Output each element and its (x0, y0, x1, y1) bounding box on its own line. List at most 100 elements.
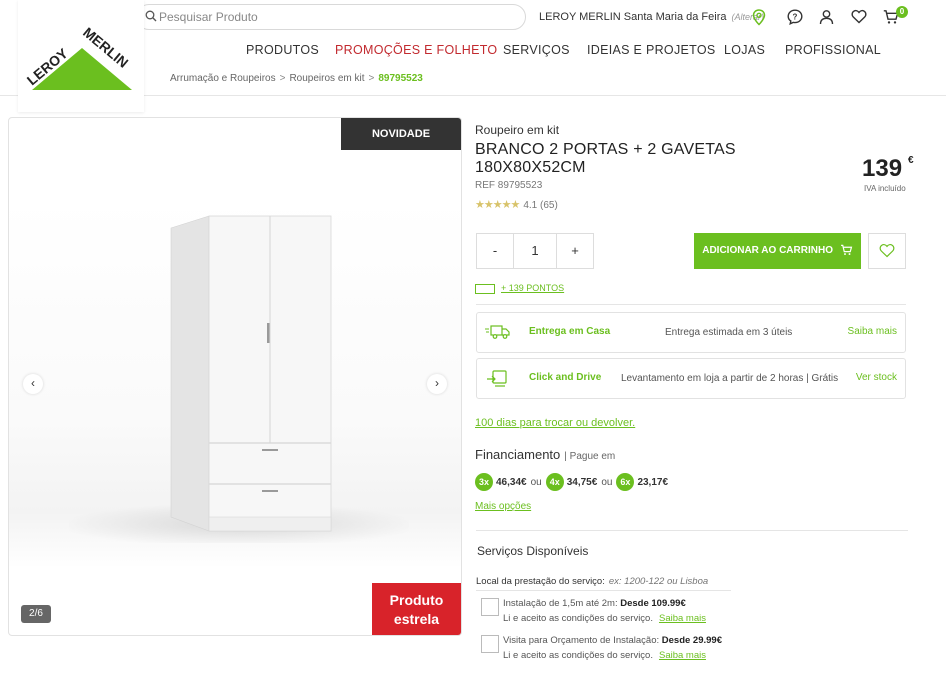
services-title: Serviços Disponíveis (477, 544, 589, 558)
leroy-merlin-logo: LEROY MERLIN (24, 24, 132, 90)
search-bar[interactable] (136, 4, 526, 30)
service-label: Instalação de 1,5m até 2m: Desde 109.99€ (503, 598, 686, 609)
search-icon[interactable] (145, 10, 157, 22)
divider (476, 530, 908, 531)
service-saiba-mais-link[interactable]: Saiba mais (659, 650, 706, 661)
rating-stars: ★★★★★ (475, 199, 520, 211)
search-input[interactable] (159, 8, 509, 26)
service-name: Instalação de 1,5m até 2m: (503, 598, 618, 609)
service-checkbox[interactable] (481, 598, 499, 616)
location-pin-icon[interactable] (752, 9, 766, 26)
image-counter: 2/6 (21, 605, 51, 623)
service-price: Desde 109.99€ (620, 598, 686, 609)
logo[interactable]: LEROY MERLIN (18, 0, 144, 112)
help-icon[interactable]: ? (787, 9, 803, 25)
location-label: Local da prestação do serviço: (476, 576, 605, 587)
wishlist-button[interactable] (868, 233, 906, 269)
nav-servicos[interactable]: SERVIÇOS (503, 43, 570, 59)
delivery-title: Entrega em Casa (529, 326, 611, 337)
financing-title: Financiamento (475, 447, 561, 462)
plan-separator: ou (530, 476, 542, 488)
nav-produtos[interactable]: PRODUTOS (246, 43, 319, 59)
breadcrumb-separator: > (279, 73, 286, 84)
breadcrumb-item[interactable]: Roupeiros em kit (289, 73, 364, 84)
store-selector[interactable]: LEROY MERLIN Santa Maria da Feira (Alter… (539, 11, 764, 23)
heart-icon[interactable] (851, 9, 867, 24)
home-delivery-option[interactable]: Entrega em Casa Entrega estimada em 3 út… (476, 312, 906, 353)
breadcrumb-item[interactable]: Arrumação e Roupeiros (170, 73, 276, 84)
add-to-cart-button[interactable]: ADICIONAR AO CARRINHO (694, 233, 861, 269)
service-price: Desde 29.99€ (661, 635, 722, 646)
add-to-cart-label: ADICIONAR AO CARRINHO (702, 245, 833, 256)
svg-text:?: ? (793, 12, 798, 21)
product-image (69, 215, 409, 543)
service-location: Local da prestação do serviço: (476, 576, 729, 587)
product-price: 139 € (862, 155, 914, 183)
produto-estrela-line2: estrela (393, 611, 440, 627)
plan-6x-badge[interactable]: 6x (616, 473, 635, 491)
divider (476, 304, 906, 305)
delivery-truck-icon (485, 325, 510, 339)
delivery-title: Click and Drive (529, 372, 602, 383)
qty-increase-button[interactable]: + (556, 233, 594, 269)
returns-link[interactable]: 100 dias para trocar ou devolver. (475, 417, 635, 429)
delivery-desc: Levantamento em loja a partir de 2 horas… (621, 373, 839, 384)
plan-4x-badge[interactable]: 4x (545, 473, 564, 491)
service-terms-text: Li e aceito as condições do serviço. (503, 613, 653, 624)
service-terms-text: Li e aceito as condições do serviço. (503, 650, 653, 661)
gallery-next-button[interactable]: › (427, 374, 447, 394)
loyalty-points-link[interactable]: + 139 PONTOS (475, 283, 564, 294)
iva-note: IVA incluído (864, 184, 906, 193)
ver-stock-link[interactable]: Ver stock (856, 372, 897, 383)
click-and-drive-option[interactable]: Click and Drive Levantamento em loja a p… (476, 358, 906, 399)
nav-promocoes[interactable]: PROMOÇÕES E FOLHETO (335, 43, 497, 59)
location-input[interactable] (608, 576, 729, 587)
plan-separator: ou (601, 476, 613, 488)
heart-icon (879, 244, 895, 258)
service-terms: Li e aceito as condições do serviço. Saib… (503, 613, 706, 624)
plan-6x-value: 23,17€ (637, 476, 669, 488)
loyalty-card-icon (475, 283, 495, 294)
qty-input[interactable]: 1 (514, 233, 556, 269)
product-gallery[interactable]: NOVIDADE ‹ › 2/6 Produto estrela (8, 117, 462, 636)
nav-profissional[interactable]: PROFISSIONAL (785, 43, 881, 59)
click-and-drive-icon (487, 370, 507, 387)
service-name: Visita para Orçamento de Instalação: (503, 635, 660, 646)
novidade-badge: NOVIDADE (341, 118, 461, 150)
product-ref: REF 89795523 (475, 180, 543, 191)
financing-subtitle: | Pague em (564, 451, 616, 462)
nav-lojas[interactable]: LOJAS (724, 43, 765, 59)
product-rating[interactable]: ★★★★★ 4.1 (65) (475, 198, 558, 211)
delivery-saiba-mais-link[interactable]: Saiba mais (848, 326, 897, 337)
store-name: LEROY MERLIN Santa Maria da Feira (539, 11, 727, 23)
produto-estrela-badge: Produto estrela (372, 583, 461, 635)
product-category[interactable]: Roupeiro em kit (475, 123, 559, 137)
service-label: Visita para Orçamento de Instalação: Des… (503, 635, 722, 646)
price-value: 139 (862, 155, 903, 182)
nav-ideias[interactable]: IDEIAS E PROJETOS (587, 43, 716, 59)
points-label: + 139 PONTOS (501, 283, 565, 293)
cart-icon (840, 245, 853, 256)
price-currency: € (908, 155, 914, 166)
plan-3x-badge[interactable]: 3x (475, 473, 493, 491)
service-checkbox[interactable] (481, 635, 499, 653)
service-saiba-mais-link[interactable]: Saiba mais (659, 613, 706, 624)
product-title: BRANCO 2 PORTAS + 2 GAVETAS 180X80X52CM (475, 141, 736, 176)
financing-plans: 3x 46,34€ ou 4x 34,75€ ou 6x 23,17€ (475, 473, 668, 493)
cart-count-badge: 0 (896, 6, 908, 18)
rating-value: 4.1 (65) (523, 200, 558, 211)
service-terms: Li e aceito as condições do serviço. Saib… (503, 650, 706, 661)
qty-decrease-button[interactable]: - (476, 233, 514, 269)
delivery-desc: Entrega estimada em 3 úteis (665, 327, 793, 338)
plan-3x-value: 46,34€ (496, 476, 527, 488)
breadcrumb-separator: > (368, 73, 375, 84)
breadcrumb-current: 89795523 (378, 73, 423, 84)
more-options-link[interactable]: Mais opções (475, 501, 531, 512)
financing-heading: Financiamento | Pague em (475, 447, 615, 462)
produto-estrela-line1: Produto (389, 592, 444, 608)
user-icon[interactable] (819, 9, 834, 25)
divider (476, 590, 731, 591)
gallery-prev-button[interactable]: ‹ (23, 374, 43, 394)
breadcrumb: Arrumação e Roupeiros > Roupeiros em kit >8… (170, 73, 423, 84)
plan-4x-value: 34,75€ (566, 476, 598, 488)
